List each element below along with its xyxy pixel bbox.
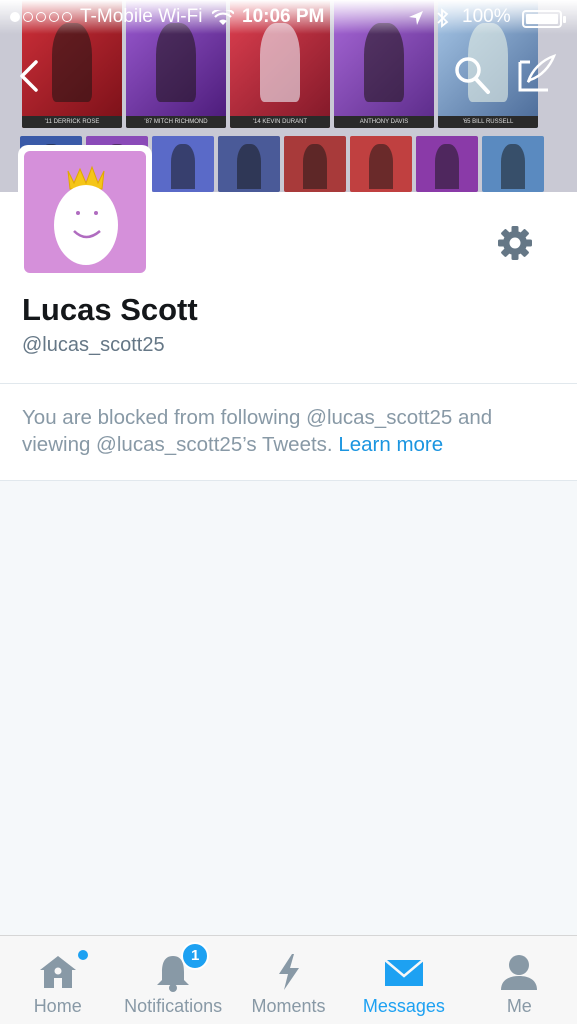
blocked-notice: You are blocked from following @lucas_sc… xyxy=(22,404,562,458)
tab-label: Messages xyxy=(362,996,445,1016)
compose-tweet-button[interactable] xyxy=(514,52,558,96)
tab-notifications[interactable]: 1 Notifications xyxy=(115,936,230,1024)
egg-face-crown-icon xyxy=(54,165,118,265)
profile-handle: @lucas_scott25 xyxy=(22,334,165,356)
card-caption: '11 DERRICK ROSE xyxy=(22,116,122,128)
lightning-icon xyxy=(278,954,299,990)
tab-label: Home xyxy=(33,996,82,1016)
carrier-name: T-Mobile Wi-Fi xyxy=(80,6,203,27)
card-caption: ANTHONY DAVIS xyxy=(334,116,434,128)
new-content-dot xyxy=(77,950,88,960)
divider xyxy=(0,480,577,481)
clock: 10:06 PM xyxy=(242,6,325,27)
battery-icon xyxy=(522,10,566,28)
tab-label: Me xyxy=(506,996,532,1016)
gear-icon xyxy=(498,226,532,260)
back-button[interactable] xyxy=(14,58,46,94)
banner-mini-card xyxy=(218,136,280,192)
divider xyxy=(0,383,577,384)
player-figure xyxy=(260,23,300,103)
tab-home[interactable]: Home xyxy=(0,936,115,1024)
compose-feather-icon xyxy=(518,53,557,92)
player-figure xyxy=(156,23,196,103)
card-caption: '65 BILL RUSSELL xyxy=(438,116,538,128)
tab-label: Notifications xyxy=(124,996,223,1016)
avatar[interactable] xyxy=(18,145,152,279)
profile-settings-button[interactable] xyxy=(492,220,538,266)
location-arrow-icon xyxy=(409,11,423,25)
bluetooth-icon xyxy=(437,8,449,28)
signal-strength-icon xyxy=(10,12,72,22)
card-caption: '14 KEVIN DURANT xyxy=(230,116,330,128)
player-figure xyxy=(364,23,404,103)
banner-mini-card xyxy=(350,136,412,192)
tab-label: Moments xyxy=(251,996,326,1016)
banner-mini-card xyxy=(284,136,346,192)
tab-messages[interactable]: Messages xyxy=(346,936,461,1024)
search-icon xyxy=(455,57,490,94)
tab-me[interactable]: Me xyxy=(462,936,577,1024)
banner-mini-card xyxy=(152,136,214,192)
player-figure xyxy=(52,23,92,103)
card-caption: '87 MITCH RICHMOND xyxy=(126,116,226,128)
avatar-image xyxy=(24,151,146,273)
status-bar: T-Mobile Wi-Fi 10:06 PM 100% xyxy=(0,0,577,34)
envelope-icon xyxy=(384,959,424,986)
learn-more-link[interactable]: Learn more xyxy=(338,433,443,456)
home-icon xyxy=(39,956,76,988)
tab-bar: Home 1 Notifications Moments Messages Me xyxy=(0,935,577,1024)
banner-mini-card xyxy=(416,136,478,192)
battery-percentage: 100% xyxy=(462,6,511,27)
search-button[interactable] xyxy=(452,54,492,96)
wifi-icon xyxy=(212,10,234,25)
tab-moments[interactable]: Moments xyxy=(231,936,346,1024)
person-icon xyxy=(501,955,538,990)
profile-name: Lucas Scott xyxy=(22,292,198,327)
notification-count-badge: 1 xyxy=(181,942,210,970)
banner-mini-card xyxy=(482,136,544,192)
chevron-left-icon xyxy=(20,60,38,92)
